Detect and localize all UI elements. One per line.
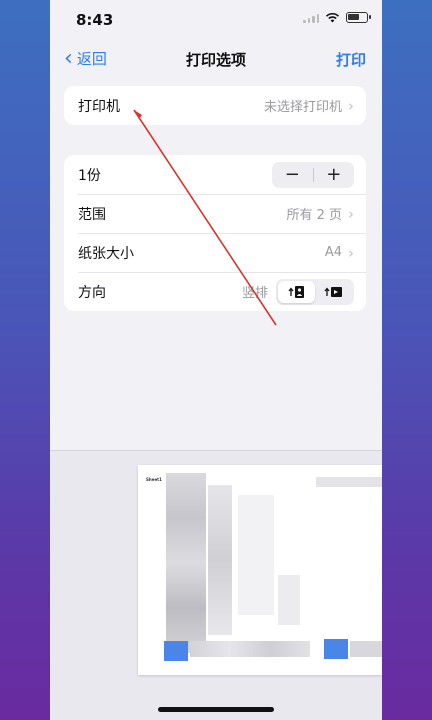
portrait-icon — [287, 285, 304, 298]
blurred-content — [208, 485, 232, 635]
increment-button[interactable]: + — [314, 164, 355, 185]
landscape-option[interactable] — [315, 281, 352, 303]
landscape-icon — [323, 286, 342, 297]
chevron-right-icon: › — [348, 204, 354, 223]
copies-stepper: − + — [272, 161, 355, 188]
orientation-value: 竖排 — [241, 286, 268, 301]
chevron-right-icon: › — [348, 96, 354, 115]
print-preview-area: Sheet1 — [50, 450, 382, 720]
home-indicator — [158, 707, 274, 712]
navigation-bar: ‹ 返回 打印选项 打印 — [50, 40, 382, 80]
cellular-signal-icon — [303, 13, 319, 23]
paper-size-value: A4 — [324, 245, 342, 260]
printer-value: 未选择打印机 — [263, 100, 342, 115]
paper-size-row[interactable]: 纸张大小 A4 › — [64, 233, 366, 272]
print-button[interactable]: 打印 — [336, 49, 366, 70]
orientation-label: 方向 — [78, 284, 106, 301]
copies-row: 1份 − + — [64, 155, 366, 194]
printer-label: 打印机 — [78, 98, 120, 115]
paper-size-label: 纸张大小 — [78, 245, 134, 262]
range-value: 所有 2 页 — [286, 208, 342, 223]
copies-label: 1份 — [78, 167, 101, 184]
blurred-highlight — [164, 641, 188, 661]
chevron-right-icon: › — [348, 243, 354, 262]
printer-card: 打印机 未选择打印机 › — [64, 86, 366, 125]
status-icons — [303, 12, 371, 23]
blurred-highlight — [324, 639, 348, 659]
wifi-icon — [325, 12, 340, 23]
phone-screen: 8:43 ‹ 返回 打印选项 打印 打印机 未选择打印机 › 1份 − + 范围… — [50, 0, 382, 720]
orientation-row: 方向 竖排 — [64, 272, 366, 311]
status-bar: 8:43 — [50, 0, 382, 40]
blurred-content — [316, 477, 382, 487]
status-time: 8:43 — [76, 11, 114, 29]
blurred-content — [278, 575, 300, 625]
range-row[interactable]: 范围 所有 2 页 › — [64, 194, 366, 233]
orientation-toggle — [276, 278, 354, 305]
range-label: 范围 — [78, 206, 106, 223]
printer-row[interactable]: 打印机 未选择打印机 › — [64, 86, 366, 125]
blurred-content — [238, 495, 274, 615]
preview-page[interactable]: Sheet1 — [138, 465, 382, 675]
decrement-button[interactable]: − — [272, 164, 313, 185]
blurred-content — [166, 473, 206, 653]
page-title: 打印选项 — [185, 51, 246, 69]
preview-page-label: Sheet1 — [146, 477, 162, 482]
battery-charging-icon — [346, 12, 371, 23]
blurred-content — [350, 641, 382, 657]
options-card: 1份 − + 范围 所有 2 页 › 纸张大小 A4 › 方向 竖排 — [64, 155, 366, 311]
blurred-content — [190, 641, 310, 657]
portrait-option[interactable] — [278, 280, 315, 303]
